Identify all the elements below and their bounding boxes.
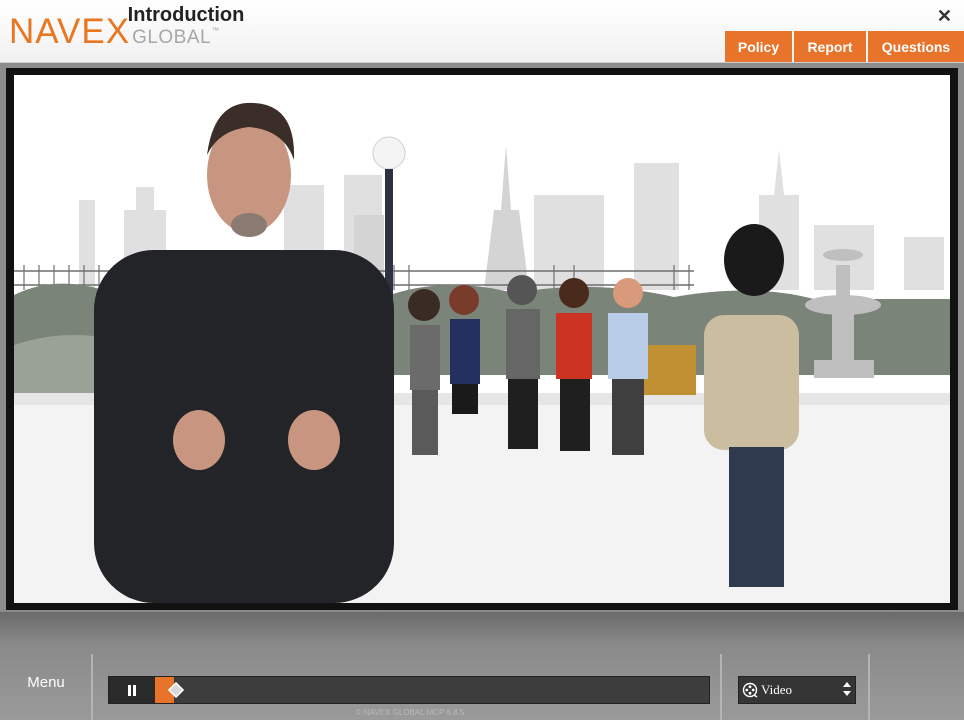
questions-button[interactable]: Questions (868, 31, 964, 62)
video-stage (6, 68, 958, 610)
video-scene-illustration (14, 75, 950, 603)
mode-select-dropdown[interactable]: Video (738, 676, 856, 704)
video-frame[interactable] (14, 75, 950, 603)
player-control-bar: Menu Video © NAVEX GLOBAL MCP 6.8.5 (0, 612, 964, 720)
progress-bar[interactable] (108, 676, 710, 704)
report-button[interactable]: Report (794, 31, 866, 62)
copyright-footer: © NAVEX GLOBAL MCP 6.8.5 (355, 708, 465, 717)
policy-button[interactable]: Policy (725, 31, 792, 62)
header-bar: NAVEX GLOBAL ™ Introduction ✕ Policy Rep… (0, 0, 964, 63)
logo-sub-text: GLOBAL (132, 27, 212, 48)
film-reel-icon (742, 682, 758, 698)
close-icon: ✕ (936, 6, 952, 26)
mode-select-value: Video (761, 682, 792, 697)
page-title: Introduction (127, 4, 245, 26)
top-tab-bar: Policy Report Questions (723, 31, 964, 62)
logo-trademark: ™ (211, 26, 220, 35)
close-button[interactable]: ✕ (937, 6, 952, 26)
menu-button[interactable]: Menu (0, 674, 92, 691)
updown-arrows-icon (843, 682, 851, 696)
progress-handle[interactable] (167, 681, 185, 699)
pause-icon (127, 684, 137, 696)
pause-button[interactable] (109, 677, 155, 703)
control-divider (868, 654, 870, 720)
